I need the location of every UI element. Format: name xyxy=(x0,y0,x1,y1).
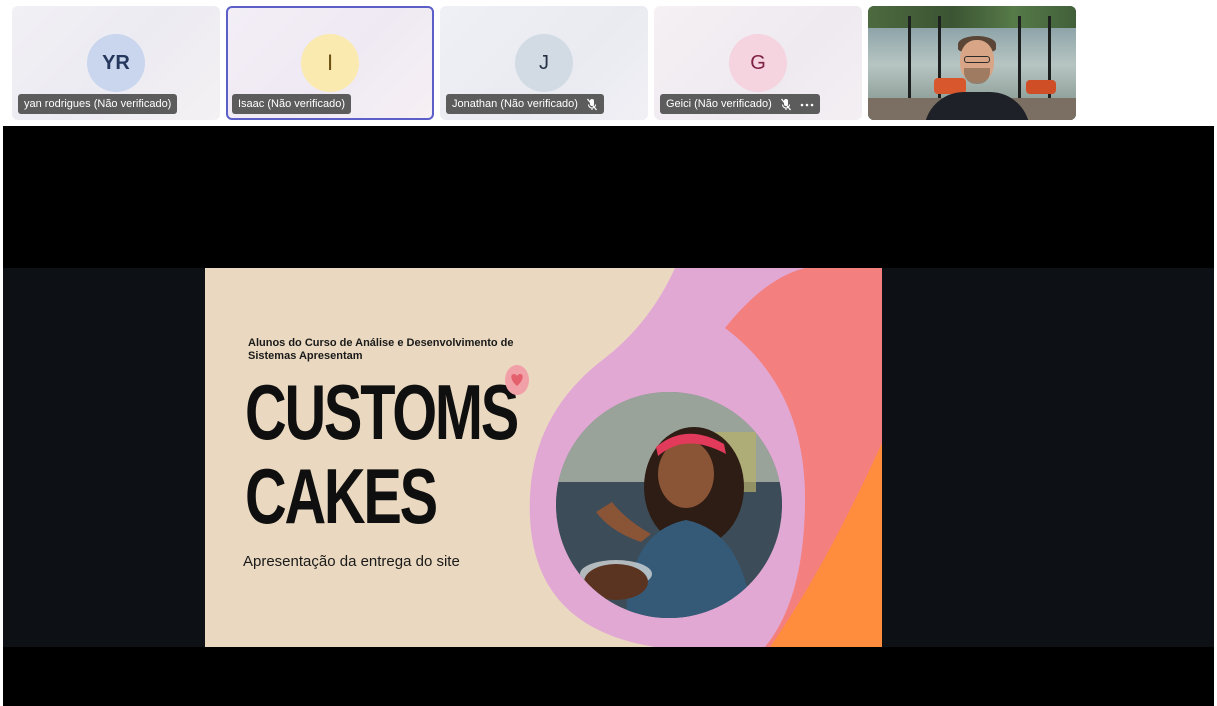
participant-name-tag: Geici (Não verificado) xyxy=(660,94,820,114)
participant-video-tile[interactable] xyxy=(868,6,1076,120)
heart-icon xyxy=(504,364,530,396)
slide-title: CUSTOMS CAKES xyxy=(245,368,519,540)
avatar: J xyxy=(515,34,573,92)
avatar: I xyxy=(301,34,359,92)
slide-title-line-1: CUSTOMS xyxy=(245,368,519,456)
participant-tile-isaac[interactable]: I Isaac (Não verificado) xyxy=(226,6,434,120)
participant-tile-yan[interactable]: YR yan rodrigues (Não verificado) xyxy=(12,6,220,120)
mic-off-icon xyxy=(780,98,792,111)
baker-photo xyxy=(556,392,782,618)
participant-name: Geici (Não verificado) xyxy=(666,98,772,110)
participant-video-feed xyxy=(868,6,1076,120)
slide-title-line-2: CAKES xyxy=(245,452,438,540)
avatar: G xyxy=(729,34,787,92)
participant-name-tag: Isaac (Não verificado) xyxy=(232,94,351,114)
participants-strip: YR yan rodrigues (Não verificado) I Isaa… xyxy=(0,0,1217,126)
participant-name: Jonathan (Não verificado) xyxy=(452,98,578,110)
participant-name-tag: yan rodrigues (Não verificado) xyxy=(18,94,178,114)
avatar: YR xyxy=(87,34,145,92)
slide-subtitle: Alunos do Curso de Análise e Desenvolvim… xyxy=(248,337,514,362)
presentation-slide: Alunos do Curso de Análise e Desenvolvim… xyxy=(205,268,882,647)
participant-name: yan rodrigues (Não verificado) xyxy=(24,98,172,110)
mic-off-icon xyxy=(586,98,598,111)
more-options-icon[interactable] xyxy=(800,98,814,110)
participant-tile-jonathan[interactable]: J Jonathan (Não verificado) xyxy=(440,6,648,120)
participant-name-tag: Jonathan (Não verificado) xyxy=(446,94,604,114)
slide-tagline: Apresentação da entrega do site xyxy=(243,553,460,570)
participant-name: Isaac (Não verificado) xyxy=(238,98,345,110)
participant-tile-geici[interactable]: G Geici (Não verificado) xyxy=(654,6,862,120)
